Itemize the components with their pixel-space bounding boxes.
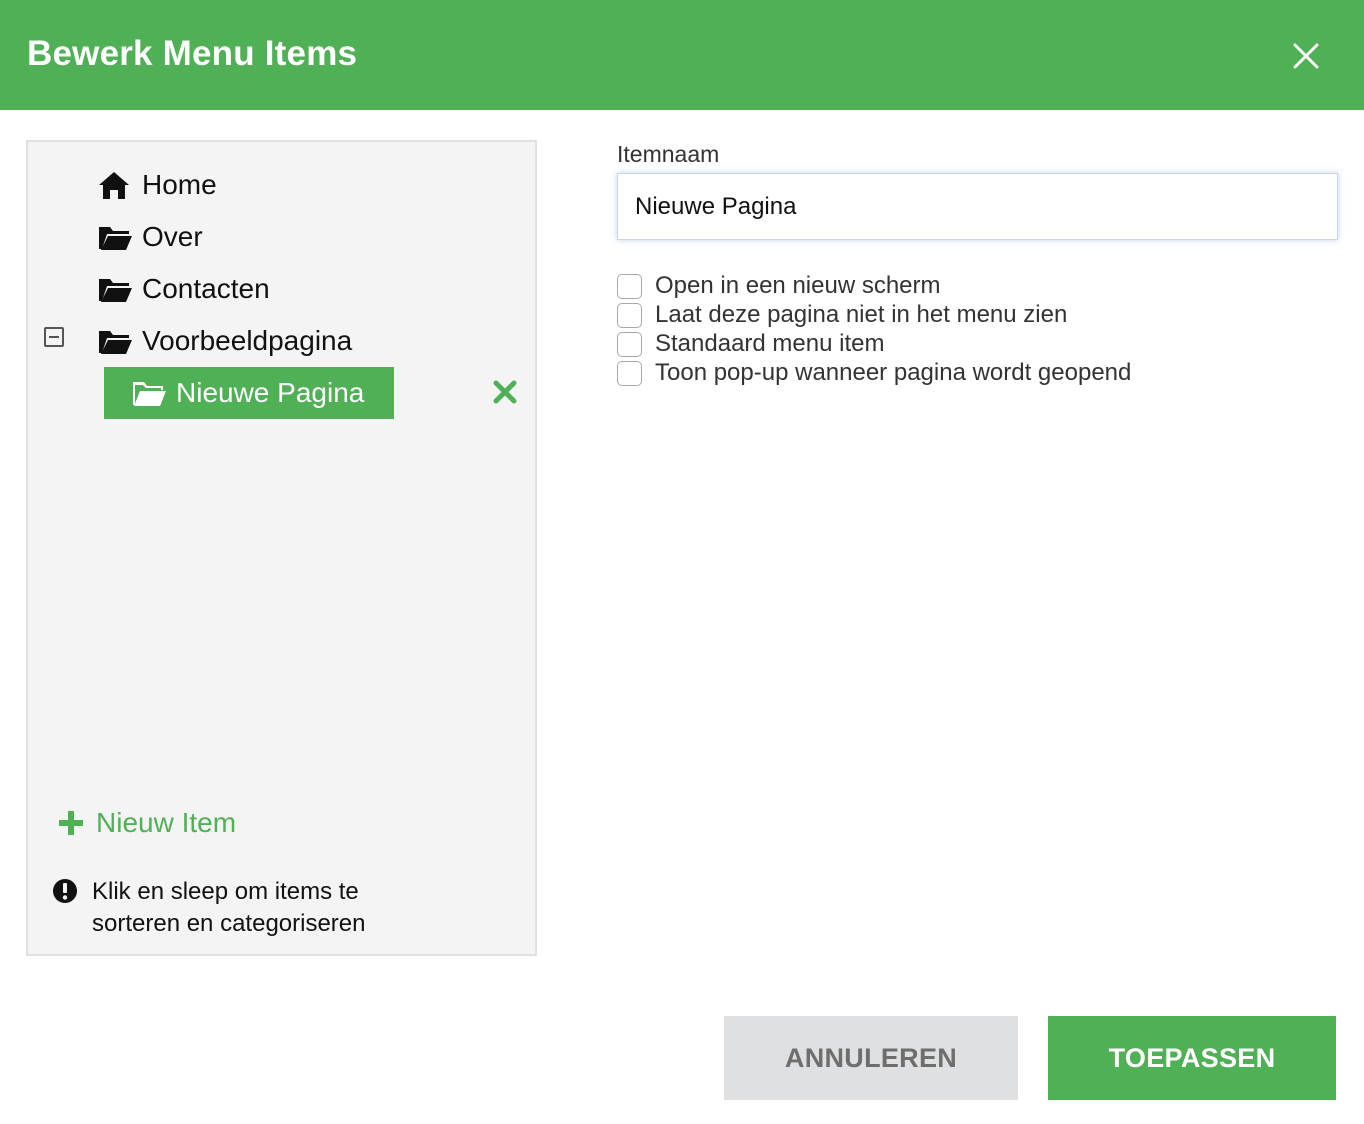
tree-item-label: Voorbeeldpagina (142, 325, 353, 356)
tree-item-home[interactable]: Home (98, 163, 217, 207)
home-icon (98, 170, 132, 200)
tree-item-nieuwe-pagina[interactable]: Nieuwe Pagina (104, 367, 395, 419)
option-label: Standaard menu item (655, 330, 885, 357)
drag-hint: Klik en sleep om items te sorteren en ca… (52, 876, 392, 940)
dialog-title: Bewerk Menu Items (27, 34, 358, 73)
option-label: Laat deze pagina niet in het menu zien (655, 301, 1068, 328)
option-show-popup[interactable]: Toon pop-up wanneer pagina wordt geopend (617, 359, 1131, 387)
option-open-new-window[interactable]: Open in een nieuw scherm (617, 272, 941, 300)
folder-icon (98, 274, 132, 304)
hint-text: Klik en sleep om items te sorteren en ca… (92, 878, 366, 937)
dialog-header: Bewerk Menu Items (0, 0, 1364, 110)
cancel-button[interactable]: ANNULEREN (724, 1016, 1018, 1100)
new-item-button[interactable]: Nieuw Item (58, 807, 236, 839)
new-item-label: Nieuw Item (96, 807, 237, 838)
option-default-menu-item[interactable]: Standaard menu item (617, 330, 884, 358)
close-button[interactable] (1284, 34, 1328, 78)
tree-item-label: Over (142, 221, 203, 252)
exclamation-circle-icon (53, 879, 77, 903)
tree-item-label: Contacten (142, 273, 270, 304)
collapse-toggle-icon[interactable] (44, 327, 64, 347)
option-label: Open in een nieuw scherm (655, 272, 941, 299)
plus-icon (59, 811, 83, 835)
tree-item-contacten[interactable]: Contacten (98, 267, 270, 311)
checkbox[interactable] (617, 273, 642, 299)
folder-icon (98, 222, 132, 252)
delete-icon[interactable] (492, 379, 518, 405)
item-name-input[interactable] (617, 173, 1338, 240)
tree-item-label: Home (142, 169, 217, 200)
checkbox[interactable] (617, 331, 642, 357)
tree-item-voorbeeldpagina[interactable]: Voorbeeldpagina (98, 319, 352, 363)
close-icon (1293, 43, 1319, 69)
checkbox[interactable] (617, 360, 642, 386)
menu-tree-panel: Home Over Contacten Voorbeeldpagina Nieu… (26, 140, 537, 956)
apply-button[interactable]: TOEPASSEN (1048, 1016, 1336, 1100)
option-hide-in-menu[interactable]: Laat deze pagina niet in het menu zien (617, 301, 1067, 329)
item-name-label: Itemnaam (617, 141, 720, 167)
tree-item-over[interactable]: Over (98, 215, 203, 259)
tree-item-label: Nieuwe Pagina (176, 377, 365, 408)
folder-open-icon (132, 378, 166, 408)
option-label: Toon pop-up wanneer pagina wordt geopend (655, 359, 1132, 386)
checkbox[interactable] (617, 302, 642, 328)
folder-icon (98, 326, 132, 356)
